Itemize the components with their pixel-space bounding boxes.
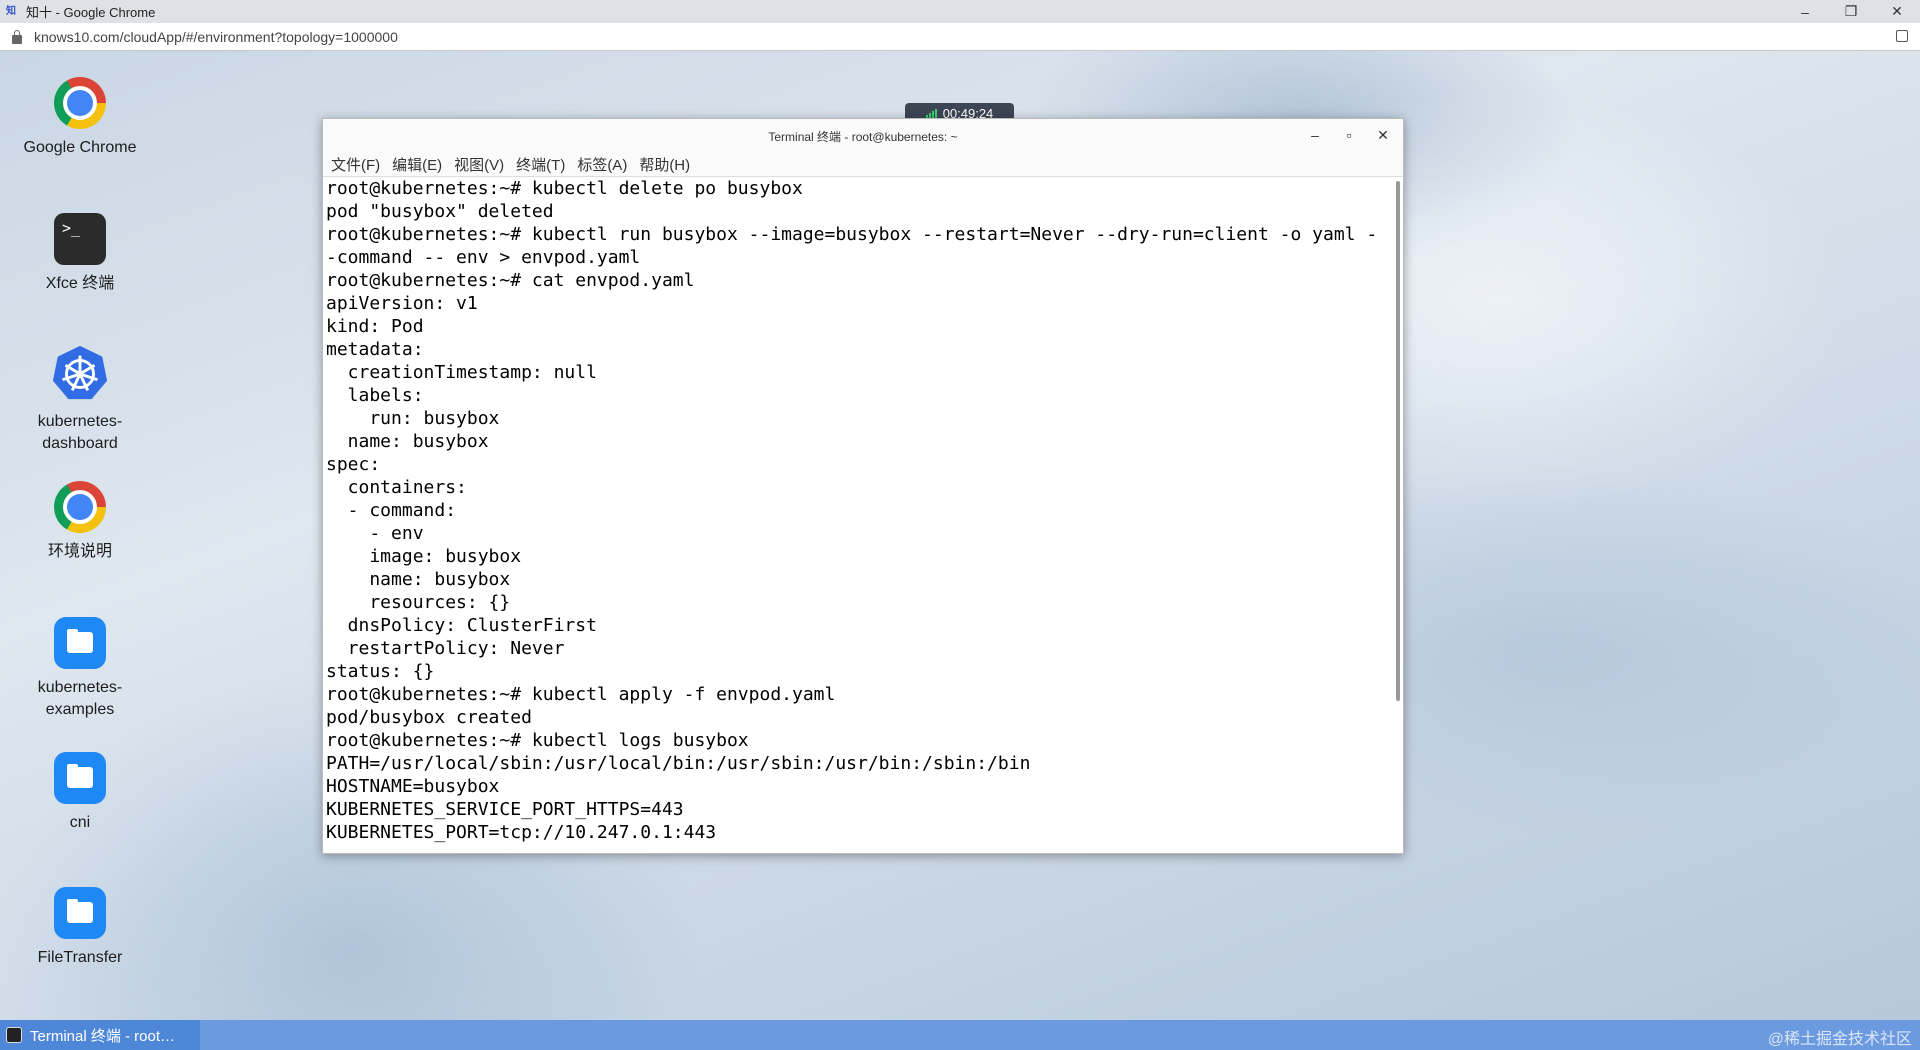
terminal-line: KUBERNETES_PORT=tcp://10.247.0.1:443 <box>326 822 717 843</box>
taskbar-item-terminal[interactable]: Terminal 终端 - root… <box>0 1020 200 1050</box>
terminal-line: name: busybox <box>326 431 489 452</box>
chrome-icon <box>54 481 106 533</box>
open-in-window-icon[interactable] <box>1896 30 1908 42</box>
terminal-output[interactable]: root@kubernetes:~# kubectl delete po bus… <box>323 177 1393 853</box>
terminal-icon: >_ <box>54 213 106 265</box>
folder-icon <box>54 617 106 669</box>
terminal-line: containers: <box>326 477 467 498</box>
desktop-icon-kubernetes-dashboard[interactable]: kubernetes- dashboard <box>0 344 160 455</box>
terminal-line: labels: <box>326 385 424 406</box>
terminal-close-button[interactable]: ✕ <box>1371 124 1395 146</box>
terminal-line: root@kubernetes:~# kubectl delete po bus… <box>326 178 803 199</box>
terminal-line: status: {} <box>326 661 435 682</box>
restore-button[interactable]: ❐ <box>1828 0 1874 23</box>
desktop-icon-xfce-terminal[interactable]: >_ Xfce 终端 <box>0 213 160 295</box>
terminal-scrollbar[interactable] <box>1396 181 1400 701</box>
browser-title-bar: 知 知十 - Google Chrome – ❐ ✕ <box>0 0 1920 23</box>
terminal-line: dnsPolicy: ClusterFirst <box>326 615 597 636</box>
address-bar[interactable]: knows10.com/cloudApp/#/environment?topol… <box>0 23 1920 51</box>
icon-label: FileTransfer <box>37 949 123 966</box>
site-favicon-icon: 知 <box>6 5 16 17</box>
terminal-line: root@kubernetes:~# kubectl apply -f envp… <box>326 684 836 705</box>
watermark: @稀土掘金技术社区 <box>1767 1031 1912 1048</box>
icon-label-line1: kubernetes- <box>37 679 123 696</box>
minimize-button[interactable]: – <box>1782 0 1828 23</box>
terminal-maximize-button[interactable]: ▫ <box>1337 124 1361 146</box>
terminal-window[interactable]: Terminal 终端 - root@kubernetes: ~ – ▫ ✕ 文… <box>322 118 1404 854</box>
terminal-line: creationTimestamp: null <box>326 362 597 383</box>
terminal-window-controls: – ▫ ✕ <box>1303 124 1395 146</box>
folder-icon <box>54 752 106 804</box>
terminal-title: Terminal 终端 - root@kubernetes: ~ <box>768 130 958 144</box>
desktop-icon-cni[interactable]: cni <box>0 752 160 834</box>
terminal-line: image: busybox <box>326 546 522 567</box>
menu-file[interactable]: 文件(F) <box>331 154 380 175</box>
terminal-line: pod/busybox created <box>326 707 532 728</box>
icon-label-line2: dashboard <box>42 435 118 452</box>
terminal-icon <box>6 1027 22 1043</box>
terminal-line: - env <box>326 523 424 544</box>
menu-terminal[interactable]: 终端(T) <box>516 154 565 175</box>
icon-label: kubernetes- dashboard <box>0 411 160 455</box>
terminal-line: run: busybox <box>326 408 500 429</box>
terminal-line: pod "busybox" deleted <box>326 201 554 222</box>
terminal-line: metadata: <box>326 339 424 360</box>
window-controls: – ❐ ✕ <box>1782 0 1920 23</box>
desktop-icon-environment-notes[interactable]: 环境说明 <box>0 481 160 563</box>
terminal-line: root@kubernetes:~# cat envpod.yaml <box>326 270 695 291</box>
icon-label: kubernetes- examples <box>0 677 160 721</box>
icon-label: cni <box>69 814 91 831</box>
taskbar-item-label: Terminal 终端 - root… <box>30 1027 176 1045</box>
terminal-line: spec: <box>326 454 381 475</box>
terminal-line: name: busybox <box>326 569 511 590</box>
terminal-line: root@kubernetes:~# kubectl run busybox -… <box>326 224 1378 245</box>
menu-help[interactable]: 帮助(H) <box>639 154 690 175</box>
terminal-line: restartPolicy: Never <box>326 638 565 659</box>
terminal-line: -command -- env > envpod.yaml <box>326 247 641 268</box>
icon-label-line2: examples <box>45 701 115 718</box>
desktop-icon-google-chrome[interactable]: Google Chrome <box>0 77 160 159</box>
terminal-line: root@kubernetes:~# kubectl logs busybox <box>326 730 749 751</box>
menu-edit[interactable]: 编辑(E) <box>392 154 442 175</box>
icon-label-line1: kubernetes- <box>37 413 123 430</box>
terminal-line: KUBERNETES_SERVICE_PORT_HTTPS=443 <box>326 799 684 820</box>
desktop-icon-filetransfer[interactable]: FileTransfer <box>0 887 160 969</box>
url-text[interactable]: knows10.com/cloudApp/#/environment?topol… <box>34 29 398 45</box>
terminal-title-bar[interactable]: Terminal 终端 - root@kubernetes: ~ – ▫ ✕ <box>323 119 1403 152</box>
terminal-line: resources: {} <box>326 592 511 613</box>
menu-view[interactable]: 视图(V) <box>454 154 504 175</box>
folder-icon <box>54 887 106 939</box>
terminal-line: - command: <box>326 500 457 521</box>
signal-icon <box>925 108 937 118</box>
browser-tab-title: 知十 - Google Chrome <box>26 5 156 20</box>
desktop-icon-kubernetes-examples[interactable]: kubernetes- examples <box>0 617 160 721</box>
taskbar: Terminal 终端 - root… @稀土掘金技术社区 <box>0 1020 1920 1050</box>
close-button[interactable]: ✕ <box>1874 0 1920 23</box>
terminal-minimize-button[interactable]: – <box>1303 124 1327 146</box>
lock-icon <box>12 30 22 44</box>
terminal-line: kind: Pod <box>326 316 424 337</box>
terminal-line: PATH=/usr/local/sbin:/usr/local/bin:/usr… <box>326 753 1031 774</box>
menu-tabs[interactable]: 标签(A) <box>577 154 627 175</box>
terminal-line: apiVersion: v1 <box>326 293 478 314</box>
chrome-icon <box>54 77 106 129</box>
icon-label: Google Chrome <box>23 139 137 156</box>
terminal-line: HOSTNAME=busybox <box>326 776 500 797</box>
kubernetes-icon <box>52 345 108 400</box>
icon-label: Xfce 终端 <box>45 275 115 292</box>
terminal-menu-bar: 文件(F) 编辑(E) 视图(V) 终端(T) 标签(A) 帮助(H) <box>323 152 1403 177</box>
icon-label: 环境说明 <box>47 543 112 560</box>
